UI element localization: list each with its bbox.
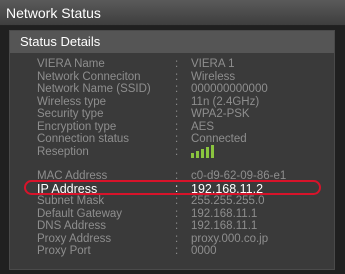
- row-label: Proxy Port: [37, 245, 91, 257]
- row-label: MAC Address: [37, 170, 108, 182]
- signal-bar: [211, 144, 214, 158]
- signal-bar: [196, 150, 199, 158]
- row-label: Network Name (SSID): [37, 83, 151, 95]
- row-mac-address: MAC Address : c0-d9-62-09-86-e1: [10, 170, 334, 183]
- row-label: IP Address: [37, 181, 98, 196]
- row-label: Proxy Address: [37, 232, 112, 245]
- row-separator: :: [175, 58, 179, 70]
- row-separator: :: [175, 245, 179, 257]
- signal-bar: [206, 146, 209, 158]
- row-separator: :: [175, 120, 179, 133]
- row-viera-name: VIERA Name : VIERA 1: [10, 58, 334, 71]
- row-proxy-address: Proxy Address : proxy.000.co.jp: [10, 233, 334, 246]
- row-separator: :: [175, 195, 179, 207]
- row-subnet-mask: Subnet Mask : 255.255.255.0: [10, 195, 334, 208]
- row-encryption-type: Encryption type : AES: [10, 121, 334, 134]
- row-separator: :: [175, 220, 179, 232]
- row-separator: :: [175, 182, 179, 195]
- row-value: 192.168.11.2: [191, 181, 264, 196]
- row-separator: :: [175, 145, 179, 158]
- row-value: VIERA 1: [191, 58, 235, 70]
- row-connection-status: Connection status : Connected: [10, 133, 334, 146]
- row-label: Subnet Mask: [37, 195, 105, 207]
- row-separator: :: [175, 95, 179, 108]
- signal-bar: [191, 152, 194, 158]
- row-value: proxy.000.co.jp: [191, 232, 269, 245]
- row-separator: :: [175, 70, 179, 83]
- row-reception: Reseption :: [10, 144, 334, 159]
- row-label: Connection status: [37, 133, 130, 145]
- row-network-connection: Network Conneciton : Wireless: [10, 71, 334, 84]
- row-separator: :: [175, 170, 179, 182]
- row-default-gateway: Default Gateway : 192.168.11.1: [10, 208, 334, 221]
- row-value: 255.255.255.0: [191, 195, 265, 207]
- row-label: Security type: [37, 108, 104, 120]
- row-dns-address: DNS Address : 192.168.11.1: [10, 220, 334, 233]
- row-label: Default Gateway: [37, 207, 123, 220]
- row-value: 192.168.11.1: [191, 207, 258, 220]
- row-value: WPA2-PSK: [191, 108, 250, 120]
- signal-bar: [201, 148, 204, 158]
- row-separator: :: [175, 232, 179, 245]
- row-security-type: Security type : WPA2-PSK: [10, 108, 334, 121]
- signal-strength-icon: [191, 144, 214, 158]
- row-proxy-port: Proxy Port : 0000: [10, 245, 334, 258]
- row-ip-address[interactable]: IP Address : 192.168.11.2: [10, 179, 334, 196]
- row-separator: :: [175, 83, 179, 95]
- row-label: Encryption type: [37, 120, 117, 133]
- row-separator: :: [175, 207, 179, 220]
- row-value: 192.168.11.1: [191, 220, 258, 232]
- row-value: AES: [191, 120, 215, 133]
- network-status-screen: Network Status Status Details VIERA Name…: [0, 0, 345, 274]
- window-title: Network Status: [0, 0, 345, 26]
- row-label: VIERA Name: [37, 58, 105, 70]
- row-label: DNS Address: [37, 220, 107, 232]
- row-wireless-type: Wireless type : 11n (2.4GHz): [10, 96, 334, 109]
- details-list: VIERA Name : VIERA 1 Network Conneciton …: [10, 58, 334, 258]
- row-value: c0-d9-62-09-86-e1: [191, 170, 287, 182]
- panel-title: Status Details: [10, 31, 334, 53]
- row-value: 000000000000: [191, 83, 268, 95]
- row-label: Reseption: [37, 145, 89, 158]
- row-separator: :: [175, 133, 179, 145]
- row-value: 11n (2.4GHz): [191, 95, 260, 108]
- row-ssid: Network Name (SSID) : 000000000000: [10, 83, 334, 96]
- row-value: 0000: [191, 245, 217, 257]
- row-separator: :: [175, 108, 179, 120]
- status-details-panel: Status Details VIERA Name : VIERA 1 Netw…: [9, 30, 335, 270]
- row-value: Wireless: [191, 70, 236, 83]
- row-label: Network Conneciton: [37, 70, 141, 83]
- row-label: Wireless type: [37, 95, 107, 108]
